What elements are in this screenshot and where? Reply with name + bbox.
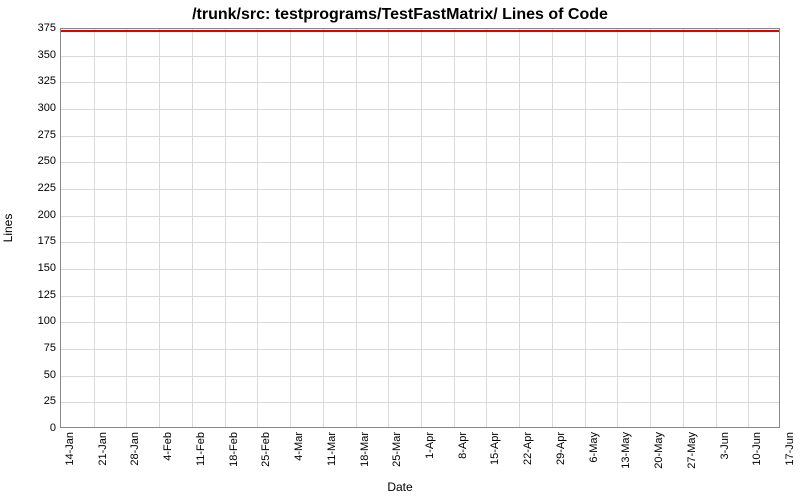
x-tick-label: 20-May: [653, 432, 665, 469]
data-series-line: [61, 30, 779, 32]
x-tick-label: 3-Jun: [719, 432, 731, 460]
y-tick-label: 0: [6, 422, 56, 434]
x-tick-label: 4-Feb: [162, 432, 174, 461]
x-tick-label: 8-Apr: [457, 432, 469, 459]
gridline-v: [257, 29, 258, 427]
gridline-h: [61, 376, 779, 377]
x-tick-label: 17-Jun: [784, 432, 796, 466]
y-tick-label: 300: [6, 102, 56, 114]
gridline-v: [159, 29, 160, 427]
x-tick-label: 27-May: [686, 432, 698, 469]
gridline-v: [683, 29, 684, 427]
x-tick-label: 1-Apr: [424, 432, 436, 459]
x-tick-label: 4-Mar: [293, 432, 305, 461]
gridline-h: [61, 296, 779, 297]
chart-title: /trunk/src: testprograms/TestFastMatrix/…: [0, 6, 800, 24]
y-tick-label: 25: [6, 395, 56, 407]
gridline-v: [126, 29, 127, 427]
gridline-h: [61, 56, 779, 57]
gridline-h: [61, 82, 779, 83]
x-tick-label: 29-Apr: [555, 432, 567, 465]
gridline-v: [388, 29, 389, 427]
y-tick-label: 275: [6, 129, 56, 141]
gridline-v: [552, 29, 553, 427]
x-tick-label: 10-Jun: [751, 432, 763, 466]
gridline-v: [519, 29, 520, 427]
gridline-v: [454, 29, 455, 427]
gridline-v: [225, 29, 226, 427]
y-tick-label: 250: [6, 155, 56, 167]
gridline-v: [716, 29, 717, 427]
plot-area: [60, 28, 780, 428]
x-tick-label: 21-Jan: [97, 432, 109, 466]
y-tick-label: 325: [6, 75, 56, 87]
y-tick-label: 225: [6, 182, 56, 194]
x-tick-label: 25-Mar: [391, 432, 403, 467]
gridline-v: [748, 29, 749, 427]
x-tick-label: 28-Jan: [129, 432, 141, 466]
gridline-v: [486, 29, 487, 427]
x-tick-label: 18-Mar: [359, 432, 371, 467]
x-tick-label: 25-Feb: [260, 432, 272, 467]
x-tick-label: 13-May: [620, 432, 632, 469]
x-tick-label: 11-Mar: [326, 432, 338, 466]
gridline-v: [192, 29, 193, 427]
x-axis-label: Date: [0, 480, 800, 494]
gridline-h: [61, 349, 779, 350]
gridline-v: [617, 29, 618, 427]
gridline-v: [290, 29, 291, 427]
gridline-h: [61, 402, 779, 403]
x-tick-label: 6-May: [588, 432, 600, 463]
y-tick-label: 100: [6, 315, 56, 327]
gridline-h: [61, 189, 779, 190]
y-tick-label: 375: [6, 22, 56, 34]
gridline-v: [585, 29, 586, 427]
y-tick-label: 175: [6, 235, 56, 247]
gridline-v: [650, 29, 651, 427]
gridline-v: [421, 29, 422, 427]
gridline-h: [61, 109, 779, 110]
x-tick-label: 14-Jan: [64, 432, 76, 466]
gridline-v: [323, 29, 324, 427]
gridline-h: [61, 322, 779, 323]
x-tick-label: 11-Feb: [195, 432, 207, 466]
x-tick-label: 15-Apr: [489, 432, 501, 465]
y-tick-label: 50: [6, 369, 56, 381]
y-tick-label: 150: [6, 262, 56, 274]
gridline-h: [61, 242, 779, 243]
gridline-h: [61, 269, 779, 270]
y-tick-label: 75: [6, 342, 56, 354]
gridline-h: [61, 136, 779, 137]
gridline-h: [61, 162, 779, 163]
y-tick-label: 200: [6, 209, 56, 221]
gridline-v: [356, 29, 357, 427]
x-tick-label: 22-Apr: [522, 432, 534, 465]
y-tick-label: 125: [6, 289, 56, 301]
y-tick-label: 350: [6, 49, 56, 61]
gridline-v: [94, 29, 95, 427]
gridline-h: [61, 216, 779, 217]
chart-container: /trunk/src: testprograms/TestFastMatrix/…: [0, 0, 800, 500]
x-tick-label: 18-Feb: [228, 432, 240, 467]
